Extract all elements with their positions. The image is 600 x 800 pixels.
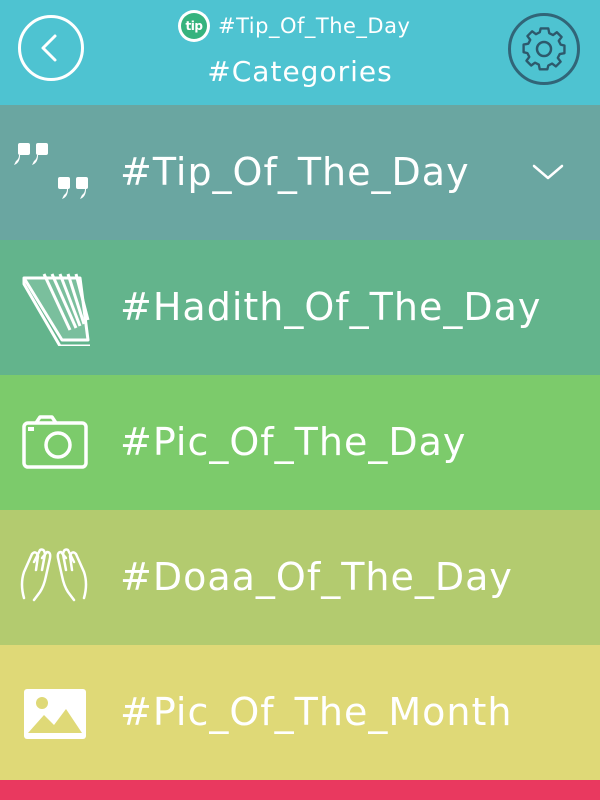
app-screen: tip #Tip_Of_The_Day #Categories #Tip_Of_…	[0, 0, 600, 800]
gear-icon	[522, 27, 566, 71]
tip-logo: tip	[178, 10, 210, 42]
app-brand: tip #Tip_Of_The_Day	[178, 10, 410, 42]
settings-button[interactable]	[508, 13, 580, 85]
header-bar: tip #Tip_Of_The_Day #Categories	[0, 0, 600, 105]
category-label: #Pic_Of_The_Month	[120, 690, 513, 734]
brand-title: #Tip_Of_The_Day	[218, 14, 411, 38]
praying-hands-icon	[20, 548, 88, 602]
chevron-down-icon[interactable]	[530, 160, 566, 184]
category-label: #Pic_Of_The_Day	[120, 420, 467, 464]
category-label: #Hadith_Of_The_Day	[120, 285, 542, 329]
tip-logo-text: tip	[181, 13, 207, 39]
category-item-doaa-of-the-day[interactable]: #Doaa_Of_The_Day	[0, 510, 600, 645]
category-label: #Doaa_Of_The_Day	[120, 555, 513, 599]
category-item-pic-of-the-day[interactable]: #Pic_Of_The_Day	[0, 375, 600, 510]
category-item-pic-of-the-month[interactable]: #Pic_Of_The_Month	[0, 645, 600, 780]
category-item-tip-of-the-day[interactable]: #Tip_Of_The_Day	[0, 105, 600, 240]
image-icon	[24, 689, 86, 739]
category-list: #Tip_Of_The_Day #Hadith_Of_The_Day #Pic_…	[0, 105, 600, 780]
book-icon	[22, 273, 90, 346]
quote-icon	[14, 143, 88, 199]
category-item-hadith-of-the-day[interactable]: #Hadith_Of_The_Day	[0, 240, 600, 375]
camera-icon	[22, 415, 88, 469]
category-label: #Tip_Of_The_Day	[120, 150, 470, 194]
